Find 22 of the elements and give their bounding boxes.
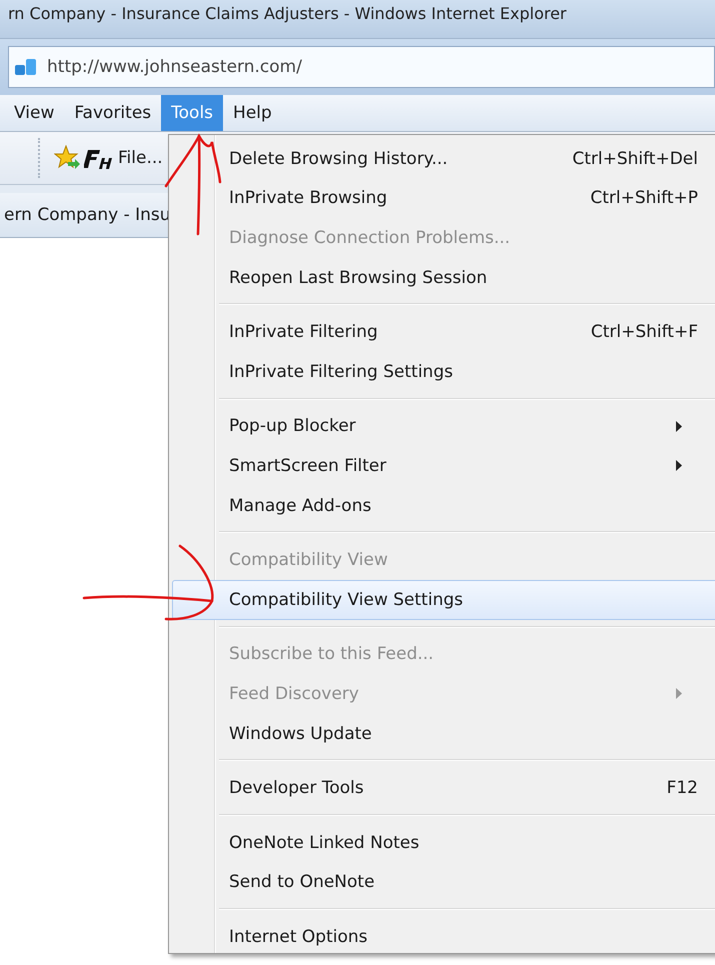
menu-item[interactable]: Manage Add-ons bbox=[172, 486, 715, 526]
menu-bar-item[interactable]: Favorites bbox=[64, 95, 162, 131]
page-icon bbox=[15, 57, 37, 77]
window-title: rn Company - Insurance Claims Adjusters - Windows Internet Explorer bbox=[8, 3, 567, 23]
menu-bar-item[interactable]: Help bbox=[223, 95, 282, 131]
menu-item[interactable]: Send to OneNote bbox=[172, 862, 715, 902]
menu-item[interactable]: Developer Tools F12 bbox=[172, 768, 715, 808]
menu-item[interactable]: InPrivate Filtering Ctrl+Shift+F bbox=[172, 312, 715, 352]
toolbar-label[interactable]: File... bbox=[118, 148, 163, 168]
star-icon[interactable] bbox=[54, 145, 80, 171]
menu-bar-item[interactable]: View bbox=[4, 95, 64, 131]
menu-item[interactable]: Delete Browsing History... Ctrl+Shift+Del bbox=[172, 139, 715, 179]
address-field[interactable]: http://www.johnseastern.com/ bbox=[8, 46, 715, 88]
menu-item[interactable]: Windows Update bbox=[172, 714, 715, 754]
url-text: http://www.johnseastern.com/ bbox=[47, 57, 302, 77]
menu-item[interactable]: Internet Options bbox=[172, 917, 715, 957]
menu-item[interactable]: Reopen Last Browsing Session bbox=[172, 258, 715, 298]
menu-item[interactable]: InPrivate Filtering Settings bbox=[172, 352, 715, 392]
menu-item[interactable]: Compatibility View Settings bbox=[172, 580, 715, 620]
menu-item[interactable]: SmartScreen Filter bbox=[172, 446, 715, 486]
menu-item[interactable]: Pop-up Blocker bbox=[172, 406, 715, 446]
menu-item[interactable]: OneNote Linked Notes bbox=[172, 822, 715, 862]
